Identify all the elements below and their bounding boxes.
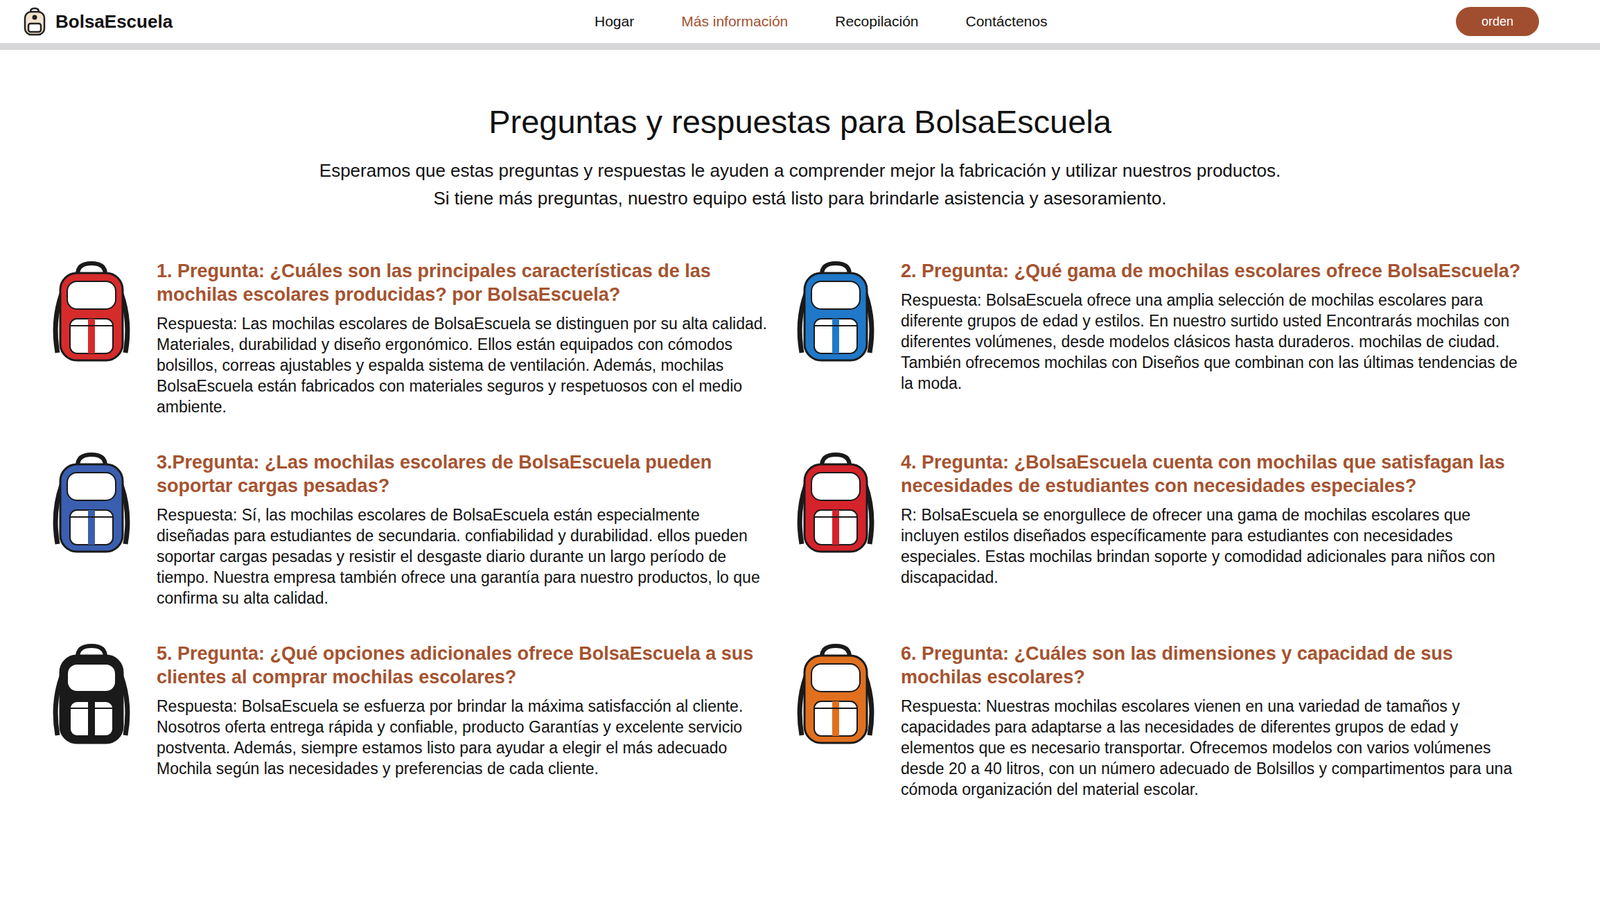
faq-item: 4. Pregunta: ¿BolsaEscuela cuenta con mo… bbox=[787, 450, 1558, 588]
intro: Esperamos que estas preguntas y respuest… bbox=[0, 156, 1600, 213]
nav-link[interactable]: Recopilación bbox=[834, 10, 919, 33]
backpack-image bbox=[46, 641, 137, 753]
faq-answer: Respuesta: Nuestras mochilas escolares v… bbox=[900, 695, 1522, 800]
backpack-image bbox=[790, 641, 881, 753]
intro-line: Si tiene más preguntas, nuestro equipo e… bbox=[433, 184, 1167, 213]
nav-link[interactable]: Más información bbox=[681, 10, 788, 33]
faq-image bbox=[787, 641, 885, 753]
brand[interactable]: BolsaEscuela bbox=[20, 6, 595, 37]
header-shadow bbox=[0, 42, 1600, 50]
faq-image bbox=[42, 641, 140, 753]
top-bar: BolsaEscuela Hogar Más información Recopil… bbox=[0, 0, 1600, 43]
faq-answer: Respuesta: Sí, las mochilas escolares de… bbox=[156, 504, 774, 609]
faq-answer: Respuesta: Las mochilas escolares de Bol… bbox=[156, 313, 774, 418]
backpack-image bbox=[46, 259, 137, 371]
backpack-image bbox=[790, 450, 881, 562]
intro-line: Esperamos que estas preguntas y respuest… bbox=[319, 156, 1281, 185]
faq-grid: 1. Pregunta: ¿Cuáles son las principales… bbox=[0, 259, 1600, 800]
faq-answer: Respuesta: BolsaEscuela ofrece una ampli… bbox=[900, 289, 1522, 394]
faq-answer: R: BolsaEscuela se enorgullece de ofrece… bbox=[900, 504, 1522, 588]
faq-image bbox=[787, 259, 885, 371]
faq-question: 5. Pregunta: ¿Qué opciones adicionales o… bbox=[156, 641, 774, 689]
faq-text: 6. Pregunta: ¿Cuáles son las dimensiones… bbox=[900, 641, 1522, 800]
faq-image bbox=[42, 259, 140, 371]
faq-text: 5. Pregunta: ¿Qué opciones adicionales o… bbox=[156, 641, 774, 779]
faq-image bbox=[787, 450, 885, 562]
faq-item: 1. Pregunta: ¿Cuáles son las principales… bbox=[42, 259, 774, 418]
faq-item: 5. Pregunta: ¿Qué opciones adicionales o… bbox=[42, 641, 774, 779]
faq-answer: Respuesta: BolsaEscuela se esfuerza por … bbox=[156, 695, 774, 779]
faq-question: 4. Pregunta: ¿BolsaEscuela cuenta con mo… bbox=[900, 450, 1522, 498]
faq-page: Preguntas y respuestas para BolsaEscuela… bbox=[0, 102, 1600, 842]
faq-image bbox=[42, 450, 140, 562]
faq-text: 4. Pregunta: ¿BolsaEscuela cuenta con mo… bbox=[900, 450, 1522, 588]
nav-link[interactable]: Hogar bbox=[594, 10, 635, 33]
faq-question: 2. Pregunta: ¿Qué gama de mochilas escol… bbox=[900, 259, 1522, 283]
faq-item: 6. Pregunta: ¿Cuáles son las dimensiones… bbox=[787, 641, 1558, 800]
order-button[interactable]: orden bbox=[1455, 6, 1540, 37]
faq-item: 3.Pregunta: ¿Las mochilas escolares de B… bbox=[42, 450, 774, 609]
backpack-logo-icon bbox=[20, 6, 49, 37]
brand-name[interactable]: BolsaEscuela bbox=[55, 8, 173, 36]
faq-question: 6. Pregunta: ¿Cuáles son las dimensiones… bbox=[900, 641, 1522, 689]
nav-link[interactable]: Contáctenos bbox=[965, 10, 1048, 33]
faq-question: 1. Pregunta: ¿Cuáles son las principales… bbox=[156, 259, 774, 307]
faq-item: 2. Pregunta: ¿Qué gama de mochilas escol… bbox=[787, 259, 1558, 394]
faq-text: 1. Pregunta: ¿Cuáles son las principales… bbox=[156, 259, 774, 418]
backpack-image bbox=[46, 450, 137, 562]
main-nav: Hogar Más información Recopilación Contácte… bbox=[594, 10, 1048, 33]
faq-text: 3.Pregunta: ¿Las mochilas escolares de B… bbox=[156, 450, 774, 609]
faq-text: 2. Pregunta: ¿Qué gama de mochilas escol… bbox=[900, 259, 1522, 394]
backpack-image bbox=[790, 259, 881, 371]
page-title: Preguntas y respuestas para BolsaEscuela bbox=[0, 102, 1600, 142]
faq-question: 3.Pregunta: ¿Las mochilas escolares de B… bbox=[156, 450, 774, 498]
